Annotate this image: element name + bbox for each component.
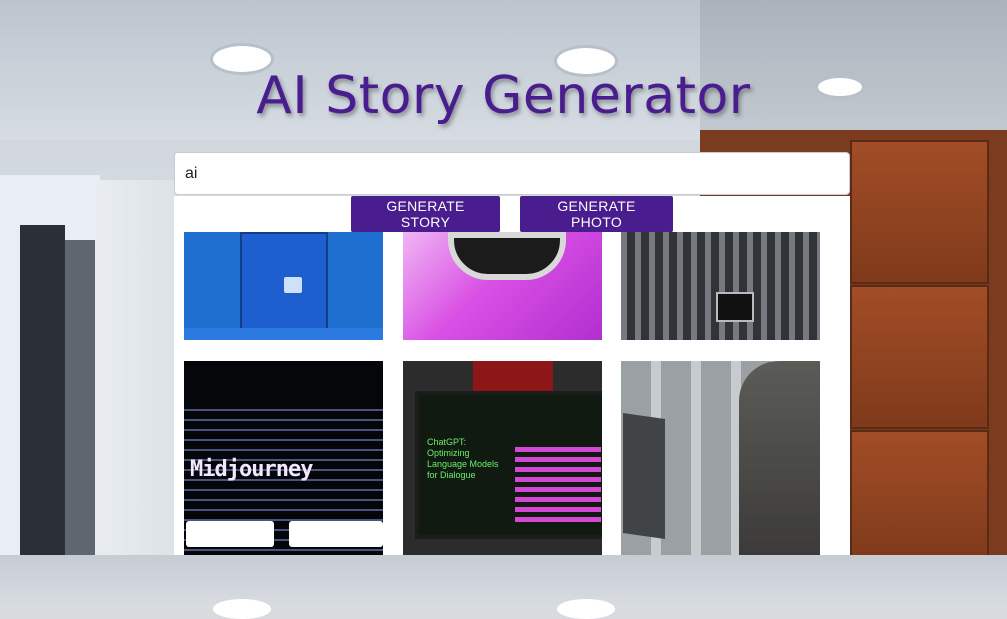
photo-result[interactable]	[621, 361, 820, 555]
screen-graphic	[515, 447, 601, 523]
window-frame	[20, 225, 65, 555]
generate-story-button[interactable]: GENERATE STORY	[351, 196, 500, 232]
photo-result[interactable]	[184, 232, 383, 340]
search-input[interactable]	[174, 152, 850, 195]
floor	[184, 328, 383, 340]
laptop-image	[623, 413, 665, 539]
wood-panel	[850, 285, 989, 429]
photo-result[interactable]: ChatGPT: Optimizing Language Models for …	[403, 361, 602, 555]
ceiling-light	[557, 599, 615, 619]
midjourney-text: Midjourney	[190, 457, 313, 482]
vr-headset-image	[448, 232, 566, 280]
window-frame	[65, 240, 95, 555]
laptop-screen-image: ChatGPT: Optimizing Language Models for …	[415, 391, 602, 539]
pillar	[95, 180, 175, 555]
chip-image	[716, 292, 754, 322]
circuit-board-image	[621, 232, 820, 340]
ceiling-light	[213, 599, 271, 619]
wood-panel	[850, 140, 989, 284]
page-title: AI Story Generator	[256, 66, 751, 126]
wood-panel	[850, 430, 989, 555]
photo-result[interactable]	[621, 232, 820, 340]
background-object	[473, 361, 553, 391]
hooded-person-image	[739, 361, 820, 555]
photo-result[interactable]	[403, 232, 602, 340]
photo-result[interactable]: Midjourney	[184, 361, 383, 555]
background-strip	[0, 555, 1007, 619]
results-panel[interactable]: Midjourney ChatGPT: Optimizing Language …	[174, 196, 850, 555]
photo-overlay	[289, 521, 383, 547]
screen-headline: ChatGPT: Optimizing Language Models for …	[427, 437, 499, 480]
generate-photo-button[interactable]: GENERATE PHOTO	[520, 196, 673, 232]
machine-slot	[284, 277, 302, 293]
photo-overlay	[186, 521, 274, 547]
